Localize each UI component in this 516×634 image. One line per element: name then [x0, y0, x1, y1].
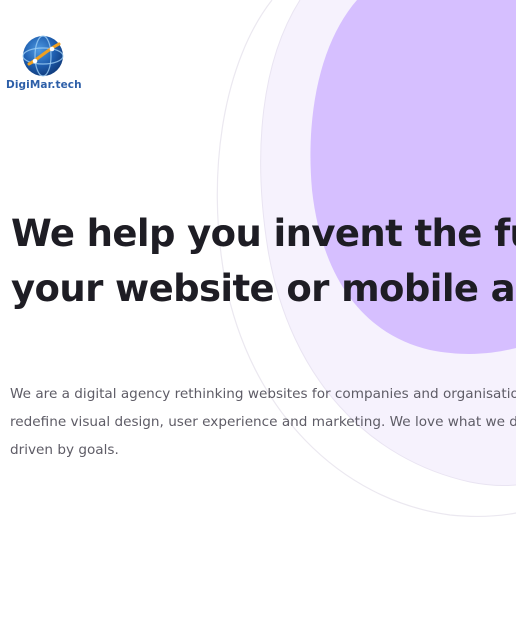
brand-name: DigiMar.tech — [6, 79, 82, 91]
brand-name-part1: DigiMar — [6, 79, 52, 91]
decorative-background — [216, 0, 516, 518]
hero-description-line3: driven by goals. — [10, 442, 119, 458]
hero-description: We are a digital agency rethinking websi… — [10, 380, 516, 464]
hero-headline: We help you invent the futur your websit… — [11, 206, 516, 316]
globe-icon — [22, 35, 64, 77]
brand-logo[interactable]: DigiMar.tech — [6, 34, 82, 91]
brand-name-part2: .tech — [51, 79, 82, 91]
landing-page: DigiMar.tech We help you invent the futu… — [0, 0, 516, 634]
hero-description-line2: redefine visual design, user experience … — [10, 414, 516, 430]
hero-headline-line2: your website or mobile app — [11, 267, 516, 310]
hero-headline-line1: We help you invent the futur — [11, 212, 516, 255]
hero-description-line1: We are a digital agency rethinking websi… — [10, 386, 516, 402]
